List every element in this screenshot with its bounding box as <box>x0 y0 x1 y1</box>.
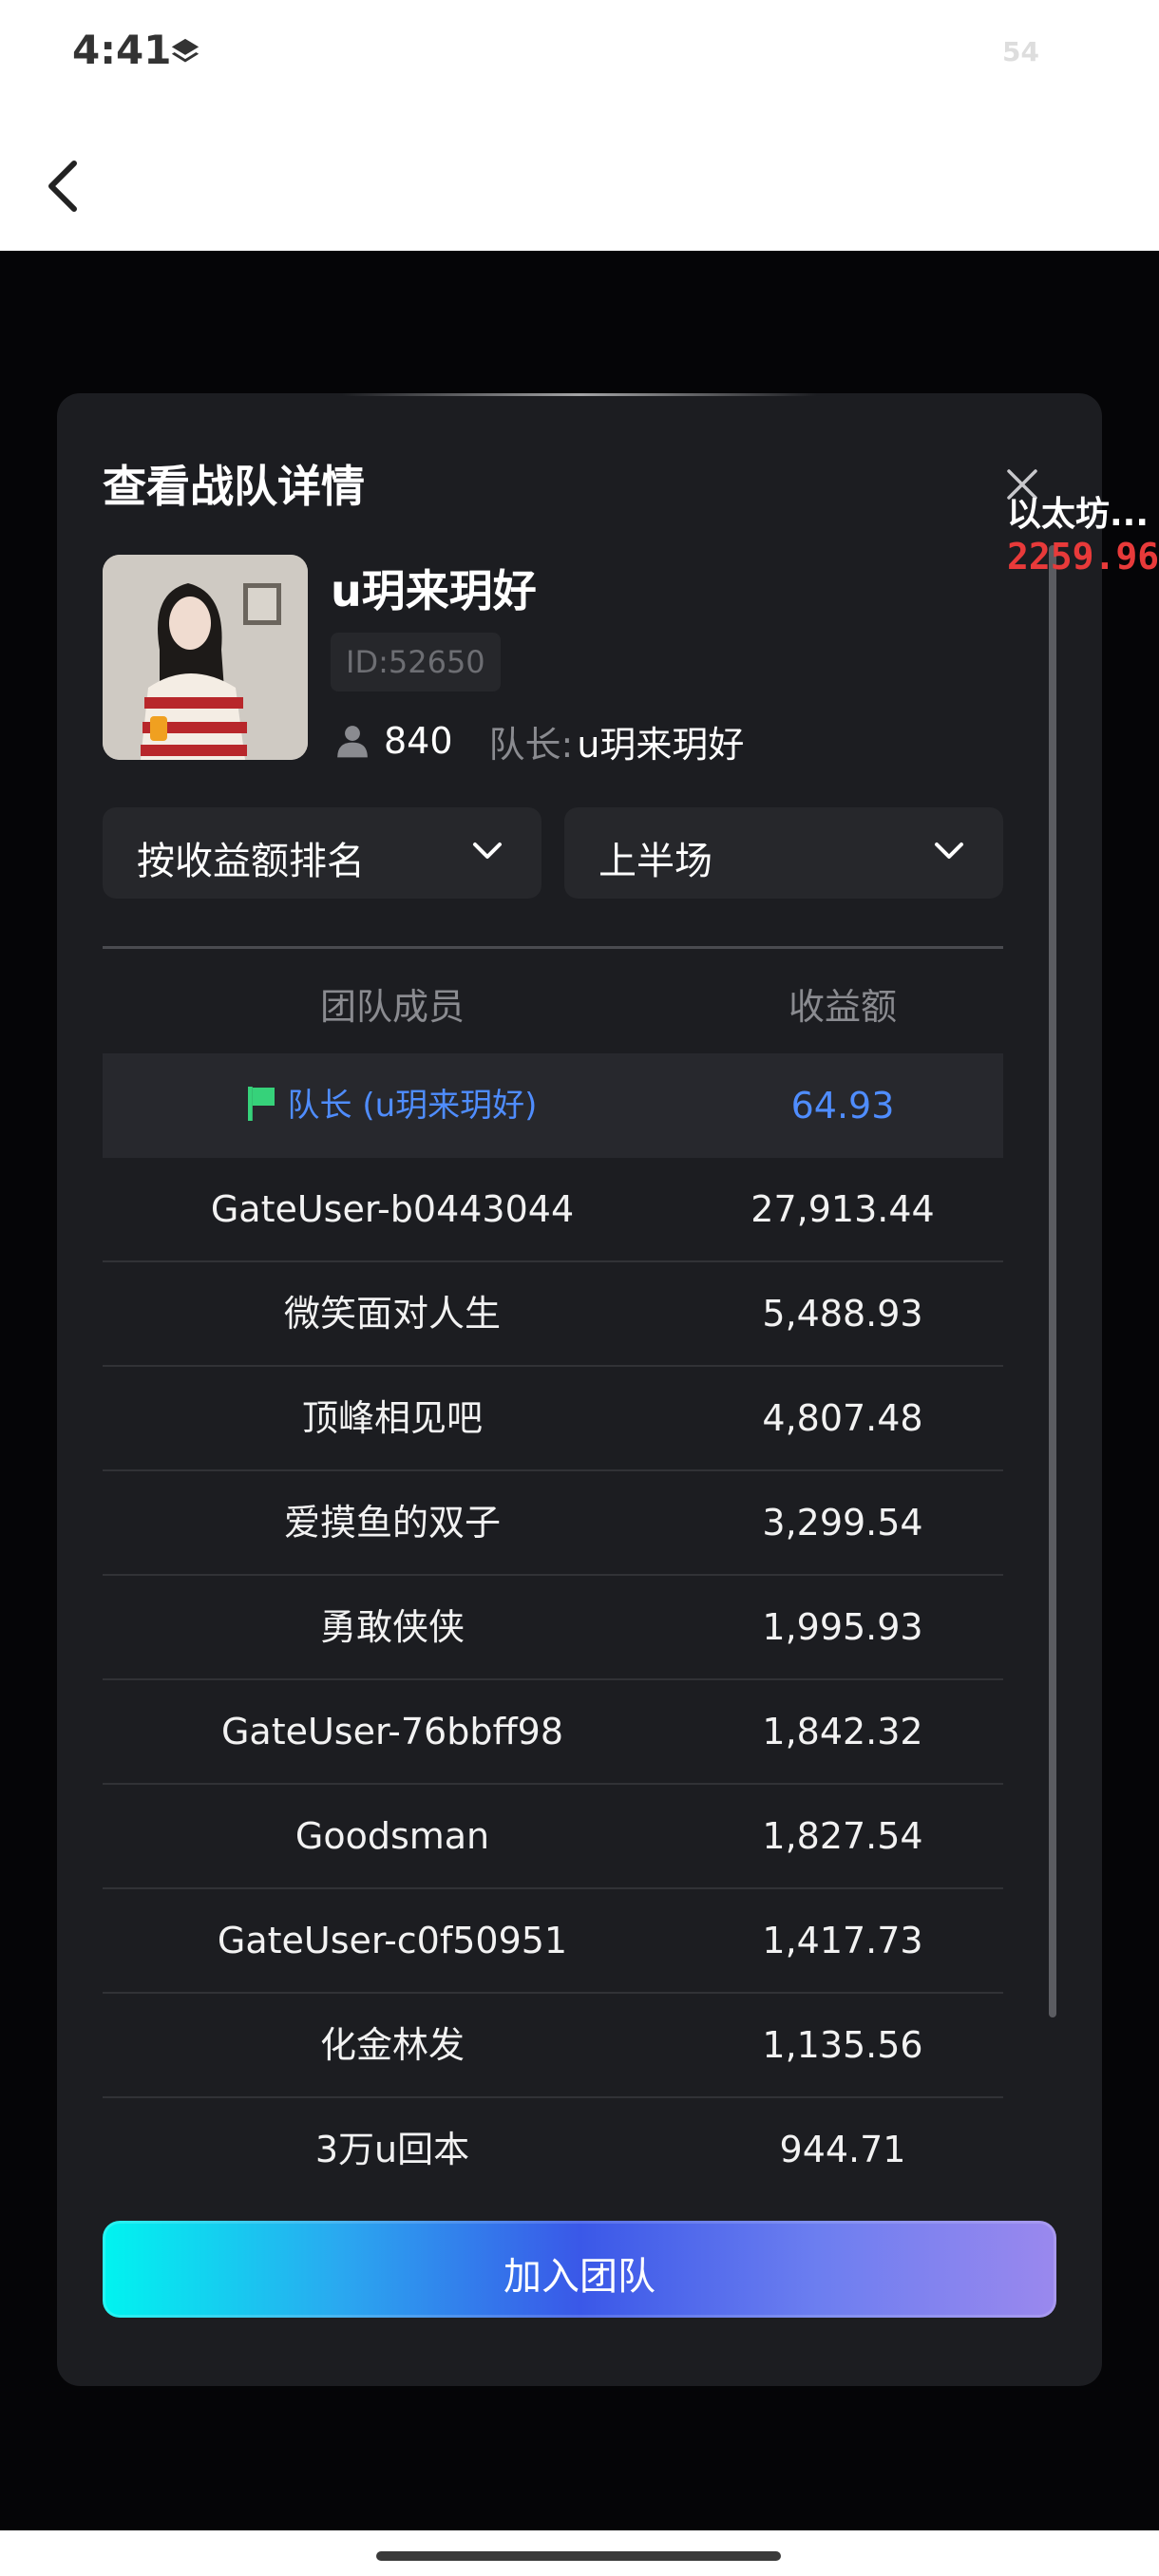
captain-row-value: 64.93 <box>790 1085 895 1127</box>
join-team-button-label: 加入团队 <box>504 2255 656 2299</box>
table-row[interactable]: 化金林发 1,135.56 <box>103 1994 1003 2098</box>
column-header-earnings: 收益额 <box>788 986 897 1028</box>
team-avatar <box>103 555 308 760</box>
member-earnings: 3,299.54 <box>762 1502 923 1544</box>
scrollbar[interactable] <box>1049 545 1056 2017</box>
member-name: GateUser-c0f50951 <box>217 1920 568 1961</box>
team-detail-dialog: 查看战队详情 u玥来玥好 ID:52650 840 队长: u玥来玥好 按收益额… <box>57 393 1102 2386</box>
member-earnings: 1,135.56 <box>762 2024 923 2066</box>
period-dropdown[interactable]: 上半场 <box>564 807 1003 899</box>
member-name: 勇敢侠侠 <box>319 1606 465 1648</box>
dialog-title: 查看战队详情 <box>103 461 365 512</box>
sort-dropdown[interactable]: 按收益额排名 <box>103 807 542 899</box>
member-name: 微笑面对人生 <box>283 1293 501 1335</box>
member-earnings: 5,488.93 <box>762 1293 923 1335</box>
captain-row-name: 队长 (u玥来玥好) <box>287 1087 538 1125</box>
table-body: GateUser-b0443044 27,913.44 微笑面对人生 5,488.9… <box>103 1158 1003 2201</box>
team-meta: 840 队长: u玥来玥好 <box>334 712 744 769</box>
team-name: u玥来玥好 <box>331 565 537 616</box>
chevron-down-icon <box>473 843 502 859</box>
captain-label: 队长: <box>488 723 574 766</box>
battery-level: 54 <box>1002 36 1039 67</box>
captain-row[interactable]: 队长 (u玥来玥好) 64.93 <box>103 1053 1003 1158</box>
member-name: 顶峰相见吧 <box>301 1397 483 1439</box>
status-time: 4:41 <box>72 27 172 73</box>
member-earnings: 27,913.44 <box>750 1188 935 1230</box>
layers-icon <box>171 38 200 63</box>
member-earnings: 944.71 <box>779 2129 906 2170</box>
back-arrow-icon[interactable] <box>42 158 84 215</box>
table-row[interactable]: 3万u回本 944.71 <box>103 2098 1003 2201</box>
table-row[interactable]: 顶峰相见吧 4,807.48 <box>103 1367 1003 1471</box>
user-icon <box>337 726 368 758</box>
chevron-down-icon <box>935 843 963 859</box>
member-name: 化金林发 <box>319 2024 465 2066</box>
table-row[interactable]: 勇敢侠侠 1,995.93 <box>103 1576 1003 1680</box>
column-header-member: 团队成员 <box>319 986 465 1028</box>
period-dropdown-label: 上半场 <box>598 840 712 883</box>
member-earnings: 1,842.32 <box>762 1711 923 1752</box>
table-row[interactable]: GateUser-b0443044 27,913.44 <box>103 1158 1003 1262</box>
table-row[interactable]: GateUser-c0f50951 1,417.73 <box>103 1889 1003 1994</box>
member-count: 840 <box>384 720 453 762</box>
member-name: GateUser-b0443044 <box>210 1188 575 1230</box>
captain-row-name-cell: 队长 (u玥来玥好) <box>103 1053 682 1158</box>
member-table: 团队成员 收益额 队长 (u玥来玥好) 64.93 GateUser-b0443… <box>103 946 1003 2201</box>
member-earnings: 1,995.93 <box>762 1606 923 1648</box>
table-row[interactable]: Goodsman 1,827.54 <box>103 1785 1003 1889</box>
table-row[interactable]: 微笑面对人生 5,488.93 <box>103 1262 1003 1367</box>
table-row[interactable]: 爱摸鱼的双子 3,299.54 <box>103 1471 1003 1576</box>
ticker-name[interactable]: 以太坊... <box>1007 486 1149 536</box>
flag-icon <box>247 1086 275 1121</box>
sort-dropdown-label: 按收益额排名 <box>137 840 365 883</box>
member-name: 爱摸鱼的双子 <box>283 1502 501 1544</box>
member-name: GateUser-76bbff98 <box>220 1711 564 1752</box>
home-indicator[interactable] <box>376 2551 781 2561</box>
member-name: Goodsman <box>294 1815 490 1857</box>
table-row[interactable]: GateUser-76bbff98 1,842.32 <box>103 1680 1003 1785</box>
nav-bar <box>0 104 1159 251</box>
member-earnings: 1,417.73 <box>762 1920 923 1961</box>
team-id-badge: ID:52650 <box>331 633 501 691</box>
captain-name: u玥来玥好 <box>577 723 745 766</box>
join-team-button[interactable]: 加入团队 <box>103 2221 1056 2318</box>
ticker-price: 2259.96 <box>1007 536 1159 578</box>
table-header: 团队成员 收益额 <box>103 946 1003 1053</box>
member-name: 3万u回本 <box>314 2129 470 2170</box>
member-earnings: 4,807.48 <box>762 1397 923 1439</box>
member-earnings: 1,827.54 <box>762 1815 923 1857</box>
status-bar: 4:41 54 <box>0 0 1159 104</box>
